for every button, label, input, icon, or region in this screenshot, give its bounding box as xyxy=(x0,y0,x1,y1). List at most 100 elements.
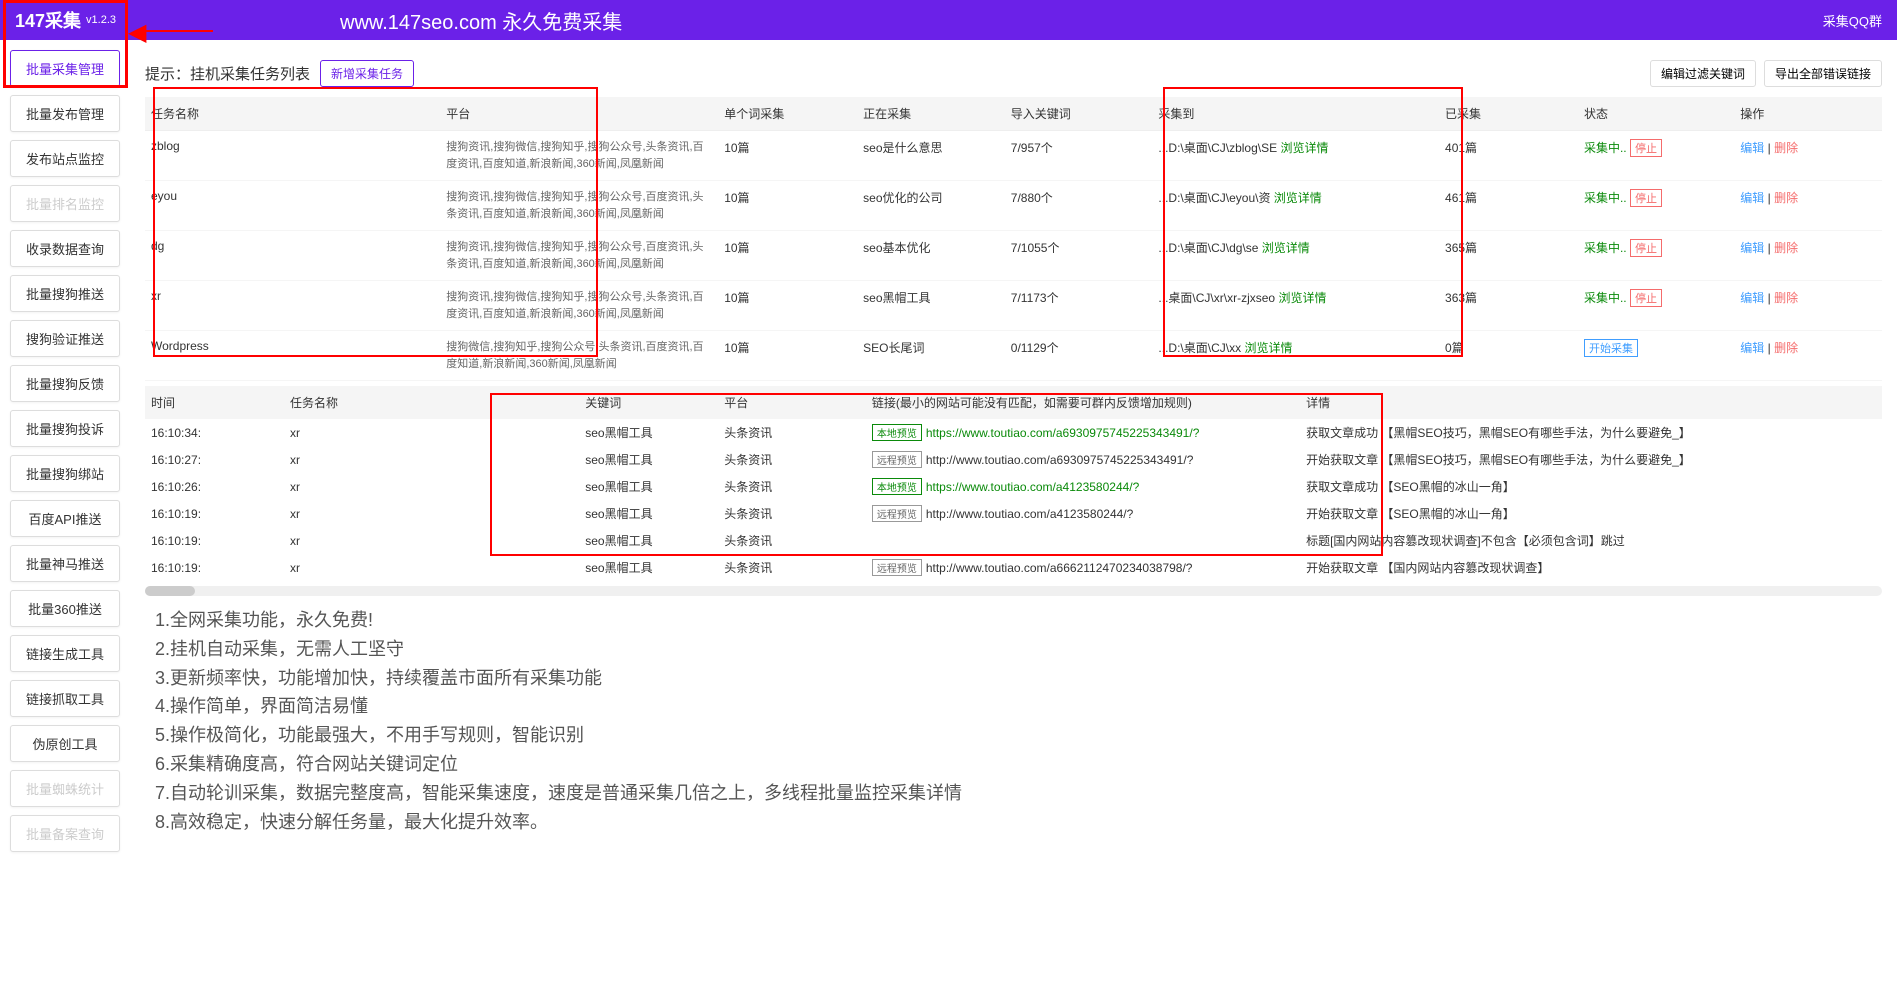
sidebar-item[interactable]: 批量排名监控 xyxy=(10,185,120,222)
log-column-header: 平台 xyxy=(718,386,866,419)
log-detail: 获取文章成功 【黑帽SEO技巧，黑帽SEO有哪些手法，为什么要避免_】 xyxy=(1300,419,1882,446)
sidebar-item[interactable]: 链接生成工具 xyxy=(10,635,120,672)
task-column-header: 已采集 xyxy=(1439,97,1578,131)
sidebar-item[interactable]: 批量360推送 xyxy=(10,590,120,627)
log-column-header: 详情 xyxy=(1300,386,1882,419)
log-url[interactable]: http://www.toutiao.com/a6662112470234038… xyxy=(926,561,1193,575)
log-time: 16:10:19: xyxy=(145,500,284,527)
log-url[interactable]: http://www.toutiao.com/a4123580244/? xyxy=(926,507,1133,521)
task-platform: 搜狗微信,搜狗知乎,搜狗公众号,头条资讯,百度资讯,百度知道,新浪新闻,360新… xyxy=(440,331,718,381)
log-url[interactable]: https://www.toutiao.com/a4123580244/? xyxy=(926,480,1139,494)
new-task-button[interactable]: 新增采集任务 xyxy=(320,60,414,87)
browse-link[interactable]: 浏览详情 xyxy=(1262,241,1310,255)
task-name: Wordpress xyxy=(145,331,440,381)
log-link: 本地预览 https://www.toutiao.com/a69309757452… xyxy=(866,419,1300,446)
log-keyword: seo黑帽工具 xyxy=(579,554,718,581)
export-errors-button[interactable]: 导出全部错误链接 xyxy=(1764,60,1882,87)
preview-tag[interactable]: 本地预览 xyxy=(872,424,922,441)
qq-group-link[interactable]: 采集QQ群 xyxy=(1823,11,1882,30)
preview-tag[interactable]: 远程预览 xyxy=(872,451,922,468)
task-name: dg xyxy=(145,231,440,281)
task-row: eyou搜狗资讯,搜狗微信,搜狗知乎,搜狗公众号,百度资讯,头条资讯,百度知道,… xyxy=(145,181,1882,231)
browse-link[interactable]: 浏览详情 xyxy=(1274,191,1322,205)
task-current: seo优化的公司 xyxy=(857,181,1005,231)
browse-link[interactable]: 浏览详情 xyxy=(1280,141,1328,155)
log-row: 16:10:19:xrseo黑帽工具头条资讯远程预览http://www.tou… xyxy=(145,500,1882,527)
sidebar-item[interactable]: 搜狗验证推送 xyxy=(10,320,120,357)
stop-button[interactable]: 停止 xyxy=(1630,189,1662,207)
sidebar-item[interactable]: 发布站点监控 xyxy=(10,140,120,177)
sidebar-item[interactable]: 批量蜘蛛统计 xyxy=(10,770,120,807)
feature-line: 8.高效稳定，快速分解任务量，最大化提升效率。 xyxy=(155,808,1872,837)
task-path: ...D:\桌面\CJ\xx 浏览详情 xyxy=(1152,331,1439,381)
browse-link[interactable]: 浏览详情 xyxy=(1244,341,1292,355)
sidebar-item[interactable]: 批量搜狗绑站 xyxy=(10,455,120,492)
preview-tag[interactable]: 远程预览 xyxy=(872,505,922,522)
log-column-header: 链接(最小的网站可能没有匹配，如需要可群内反馈增加规则) xyxy=(866,386,1300,419)
task-imported: 7/1055个 xyxy=(1005,231,1153,281)
sidebar-item[interactable]: 批量采集管理 xyxy=(10,50,120,87)
sidebar-item[interactable]: 批量搜狗投诉 xyxy=(10,410,120,447)
log-detail: 标题[国内网站内容篡改现状调查]不包含【必须包含词】跳过 xyxy=(1300,527,1882,554)
log-time: 16:10:26: xyxy=(145,473,284,500)
delete-link[interactable]: 删除 xyxy=(1774,341,1798,355)
sidebar-item[interactable]: 收录数据查询 xyxy=(10,230,120,267)
stop-button[interactable]: 停止 xyxy=(1630,139,1662,157)
sidebar-item[interactable]: 批量搜狗推送 xyxy=(10,275,120,312)
sidebar-item[interactable]: 批量搜狗反馈 xyxy=(10,365,120,402)
stop-button[interactable]: 停止 xyxy=(1630,289,1662,307)
preview-tag[interactable]: 本地预览 xyxy=(872,478,922,495)
log-row: 16:10:27:xrseo黑帽工具头条资讯远程预览http://www.tou… xyxy=(145,446,1882,473)
log-url[interactable]: https://www.toutiao.com/a693097574522534… xyxy=(926,426,1200,440)
task-imported: 7/880个 xyxy=(1005,181,1153,231)
sidebar-item[interactable]: 批量发布管理 xyxy=(10,95,120,132)
task-column-header: 正在采集 xyxy=(857,97,1005,131)
task-collected: 365篇 xyxy=(1439,231,1578,281)
log-time: 16:10:19: xyxy=(145,554,284,581)
preview-tag[interactable]: 远程预览 xyxy=(872,559,922,576)
sidebar-item[interactable]: 百度API推送 xyxy=(10,500,120,537)
edit-link[interactable]: 编辑 xyxy=(1740,341,1764,355)
start-button[interactable]: 开始采集 xyxy=(1584,339,1638,357)
task-name: eyou xyxy=(145,181,440,231)
log-row: 16:10:19:xrseo黑帽工具头条资讯标题[国内网站内容篡改现状调查]不包… xyxy=(145,527,1882,554)
task-imported: 0/1129个 xyxy=(1005,331,1153,381)
task-single: 10篇 xyxy=(718,131,857,181)
app-header: 147采集 v1.2.3 www.147seo.com 永久免费采集 采集QQ群 xyxy=(0,0,1897,40)
log-link: 远程预览 http://www.toutiao.com/a666211247023… xyxy=(866,554,1300,581)
log-time: 16:10:34: xyxy=(145,419,284,446)
edit-link[interactable]: 编辑 xyxy=(1740,291,1764,305)
task-single: 10篇 xyxy=(718,281,857,331)
sidebar-item[interactable]: 批量神马推送 xyxy=(10,545,120,582)
task-row: dg搜狗资讯,搜狗微信,搜狗知乎,搜狗公众号,百度资讯,头条资讯,百度知道,新浪… xyxy=(145,231,1882,281)
log-platform: 头条资讯 xyxy=(718,500,866,527)
delete-link[interactable]: 删除 xyxy=(1774,291,1798,305)
delete-link[interactable]: 删除 xyxy=(1774,191,1798,205)
task-platform: 搜狗资讯,搜狗微信,搜狗知乎,搜狗公众号,头条资讯,百度资讯,百度知道,新浪新闻… xyxy=(440,131,718,181)
browse-link[interactable]: 浏览详情 xyxy=(1278,291,1326,305)
task-platform: 搜狗资讯,搜狗微信,搜狗知乎,搜狗公众号,百度资讯,头条资讯,百度知道,新浪新闻… xyxy=(440,181,718,231)
task-name: zblog xyxy=(145,131,440,181)
edit-link[interactable]: 编辑 xyxy=(1740,191,1764,205)
task-column-header: 平台 xyxy=(440,97,718,131)
stop-button[interactable]: 停止 xyxy=(1630,239,1662,257)
edit-link[interactable]: 编辑 xyxy=(1740,141,1764,155)
log-detail: 获取文章成功 【SEO黑帽的冰山一角】 xyxy=(1300,473,1882,500)
task-imported: 7/957个 xyxy=(1005,131,1153,181)
edit-filter-button[interactable]: 编辑过滤关键词 xyxy=(1650,60,1756,87)
delete-link[interactable]: 删除 xyxy=(1774,141,1798,155)
task-path: ...D:\桌面\CJ\dg\se 浏览详情 xyxy=(1152,231,1439,281)
edit-link[interactable]: 编辑 xyxy=(1740,241,1764,255)
delete-link[interactable]: 删除 xyxy=(1774,241,1798,255)
log-task: xr xyxy=(284,554,579,581)
log-keyword: seo黑帽工具 xyxy=(579,446,718,473)
log-column-header: 任务名称 xyxy=(284,386,579,419)
log-row: 16:10:19:xrseo黑帽工具头条资讯远程预览http://www.tou… xyxy=(145,554,1882,581)
sidebar-item[interactable]: 批量备案查询 xyxy=(10,815,120,852)
log-platform: 头条资讯 xyxy=(718,527,866,554)
log-scrollbar[interactable] xyxy=(145,586,1882,596)
sidebar-item[interactable]: 伪原创工具 xyxy=(10,725,120,762)
log-row: 16:10:26:xrseo黑帽工具头条资讯本地预览https://www.to… xyxy=(145,473,1882,500)
sidebar-item[interactable]: 链接抓取工具 xyxy=(10,680,120,717)
log-url[interactable]: http://www.toutiao.com/a6930975745225343… xyxy=(926,453,1194,467)
